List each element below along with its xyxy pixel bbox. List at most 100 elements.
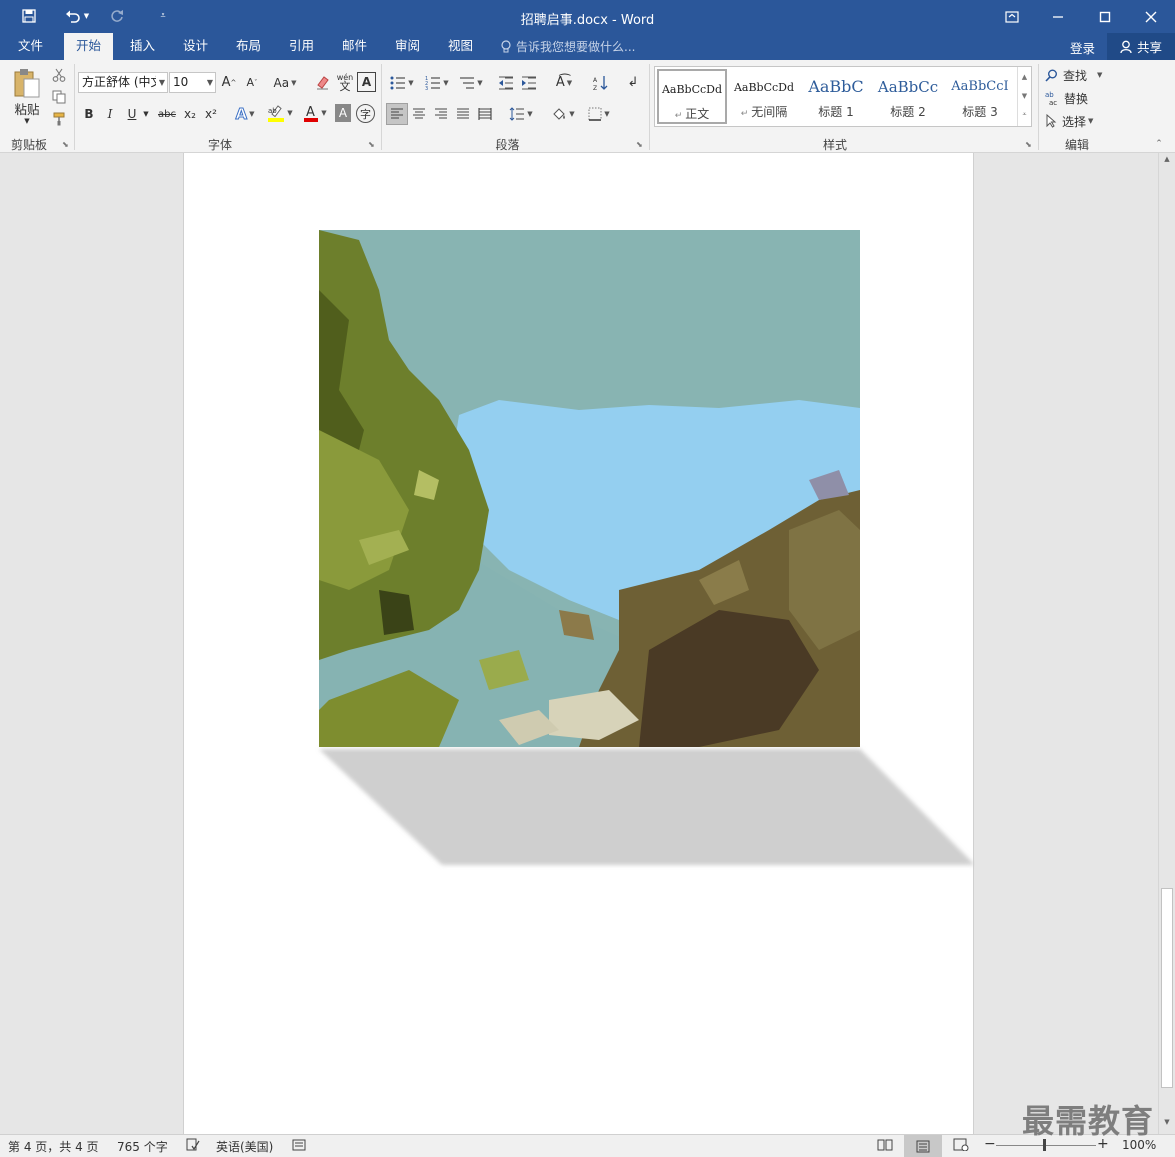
decrease-indent-icon[interactable] bbox=[496, 72, 516, 93]
tab-mailings[interactable]: 邮件 bbox=[330, 33, 379, 60]
replace-icon: abac bbox=[1045, 91, 1057, 106]
macro-icon[interactable] bbox=[292, 1138, 306, 1154]
paste-label[interactable]: 粘贴 bbox=[8, 100, 46, 117]
distributed-icon[interactable] bbox=[475, 103, 495, 125]
paste-icon[interactable] bbox=[10, 66, 44, 100]
tell-me-placeholder: 告诉我您想要做什么... bbox=[516, 40, 636, 54]
enclose-characters-icon[interactable]: 字 bbox=[356, 104, 375, 123]
clear-formatting-icon[interactable] bbox=[312, 72, 332, 93]
font-group-label: 字体 bbox=[207, 138, 232, 152]
subscript-button[interactable]: x₂ bbox=[180, 104, 200, 124]
tab-design[interactable]: 设计 bbox=[171, 33, 220, 60]
line-spacing-icon[interactable]: ▼ bbox=[505, 103, 537, 125]
style-heading-2[interactable]: AaBbCc 标题 2 bbox=[873, 69, 943, 124]
maximize-icon[interactable] bbox=[1082, 0, 1128, 33]
language-indicator[interactable]: 英语(美国) bbox=[216, 1138, 273, 1155]
gallery-down-icon[interactable]: ▼ bbox=[1018, 86, 1031, 105]
bold-button[interactable]: B bbox=[80, 104, 98, 124]
zoom-slider[interactable] bbox=[996, 1145, 1096, 1146]
chinese-layout-icon[interactable]: A͡ ▼ bbox=[549, 72, 579, 93]
grow-font-icon[interactable]: A ^ bbox=[220, 72, 238, 93]
document-page[interactable] bbox=[183, 153, 975, 1134]
borders-icon[interactable]: ▼ bbox=[583, 103, 615, 125]
align-right-icon[interactable] bbox=[431, 103, 451, 125]
show-marks-icon[interactable]: ↲ bbox=[623, 72, 643, 93]
tab-view[interactable]: 视图 bbox=[436, 33, 485, 60]
ribbon-tabs: 文件 开始 插入 设计 布局 引用 邮件 审阅 视图 告诉我您想要做什么... … bbox=[0, 33, 1175, 60]
bullets-icon[interactable]: ▼ bbox=[386, 72, 418, 93]
tab-review[interactable]: 审阅 bbox=[383, 33, 432, 60]
scrollbar-thumb[interactable] bbox=[1161, 888, 1173, 1088]
align-left-icon[interactable] bbox=[386, 103, 408, 125]
cursor-icon bbox=[1046, 114, 1057, 128]
tab-layout[interactable]: 布局 bbox=[224, 33, 273, 60]
clipboard-launcher-icon[interactable]: ⬊ bbox=[62, 140, 69, 149]
strikethrough-button[interactable]: abc bbox=[155, 104, 179, 124]
gallery-up-icon[interactable]: ▲ bbox=[1018, 67, 1031, 86]
vertical-scrollbar[interactable]: ▲ ▼ bbox=[1158, 153, 1175, 1134]
collapse-ribbon-icon[interactable]: ⌃ bbox=[1152, 138, 1166, 150]
page-count[interactable]: 第 4 页，共 4 页 bbox=[8, 1138, 99, 1155]
change-case-button[interactable]: Aa ▼ bbox=[269, 72, 301, 93]
login-link[interactable]: 登录 bbox=[1070, 38, 1095, 57]
replace-button[interactable]: ab ac 替换 bbox=[1045, 88, 1109, 108]
phonetic-guide-icon[interactable]: wén 文 bbox=[335, 70, 355, 94]
sort-icon[interactable]: AZ bbox=[590, 72, 612, 93]
scroll-down-icon[interactable]: ▼ bbox=[1159, 1118, 1175, 1132]
minimize-icon[interactable] bbox=[1035, 0, 1081, 33]
paste-dropdown[interactable]: ▼ bbox=[20, 116, 34, 126]
font-launcher-icon[interactable]: ⬊ bbox=[368, 140, 375, 149]
superscript-button[interactable]: x² bbox=[201, 104, 221, 124]
find-button[interactable]: 查找 ▼ bbox=[1045, 65, 1109, 85]
zoom-out-icon[interactable]: − bbox=[984, 1136, 996, 1152]
change-case-label: Aa bbox=[273, 75, 290, 90]
tab-home[interactable]: 开始 bbox=[64, 33, 114, 60]
shading-icon[interactable]: ▼ bbox=[547, 103, 579, 125]
format-painter-icon[interactable] bbox=[50, 110, 68, 128]
underline-dropdown[interactable]: ▼ bbox=[141, 104, 151, 124]
character-shading-icon[interactable]: A bbox=[335, 104, 351, 122]
read-mode-icon[interactable] bbox=[877, 1138, 893, 1154]
increase-indent-icon[interactable] bbox=[519, 72, 539, 93]
shrink-font-icon[interactable]: Aˇ bbox=[243, 72, 261, 93]
tab-references[interactable]: 引用 bbox=[277, 33, 326, 60]
font-name-combo[interactable]: 方正舒体 (中文 ▼ bbox=[78, 72, 168, 93]
justify-icon[interactable] bbox=[453, 103, 473, 125]
multilevel-list-icon[interactable]: ▼ bbox=[456, 72, 486, 93]
web-layout-icon[interactable] bbox=[953, 1138, 969, 1154]
proofing-icon[interactable] bbox=[186, 1138, 200, 1154]
chevron-down-icon: ▼ bbox=[158, 78, 165, 87]
italic-button[interactable]: I bbox=[101, 104, 119, 124]
style-heading-1[interactable]: AaBbC 标题 1 bbox=[801, 69, 871, 124]
align-center-icon[interactable] bbox=[409, 103, 429, 125]
close-icon[interactable] bbox=[1128, 0, 1174, 33]
select-button[interactable]: 选择 ▼ bbox=[1045, 111, 1109, 131]
print-layout-icon[interactable] bbox=[904, 1135, 942, 1157]
ribbon-display-icon[interactable] bbox=[989, 0, 1035, 33]
share-button[interactable]: 共享 bbox=[1107, 33, 1175, 60]
word-count[interactable]: 765 个字 bbox=[117, 1138, 168, 1155]
underline-button[interactable]: U bbox=[123, 104, 141, 124]
character-border-icon[interactable]: A bbox=[357, 72, 376, 92]
copy-icon[interactable] bbox=[50, 88, 68, 106]
person-icon bbox=[1120, 40, 1132, 53]
highlight-color-icon[interactable]: ab ▼ bbox=[264, 102, 296, 124]
tab-insert[interactable]: 插入 bbox=[118, 33, 167, 60]
style-normal[interactable]: AaBbCcDd ↵ 正文 bbox=[657, 69, 727, 124]
search-icon bbox=[1045, 69, 1057, 82]
paragraph-launcher-icon[interactable]: ⬊ bbox=[636, 140, 643, 149]
style-heading-3[interactable]: AaBbCcI 标题 3 bbox=[945, 69, 1015, 124]
numbering-icon[interactable]: 1 2 3 ▼ bbox=[421, 72, 453, 93]
tab-file[interactable]: 文件 bbox=[6, 33, 55, 60]
scroll-up-icon[interactable]: ▲ bbox=[1159, 155, 1175, 169]
title-bar: ▼ ⩡ 招聘启事.docx - Word bbox=[0, 0, 1175, 33]
text-effects-icon[interactable]: A ▼ bbox=[230, 104, 260, 124]
landscape-picture[interactable] bbox=[319, 230, 860, 747]
cut-icon[interactable] bbox=[50, 66, 68, 84]
gallery-more-icon[interactable]: ⩡ bbox=[1018, 105, 1031, 124]
font-color-icon[interactable]: A ▼ bbox=[299, 102, 331, 124]
styles-launcher-icon[interactable]: ⬊ bbox=[1025, 140, 1032, 149]
font-size-combo[interactable]: 10 ▼ bbox=[169, 72, 216, 93]
tell-me-box[interactable]: 告诉我您想要做什么... bbox=[500, 38, 635, 55]
style-no-spacing[interactable]: AaBbCcDd ↵ 无间隔 bbox=[729, 69, 799, 124]
